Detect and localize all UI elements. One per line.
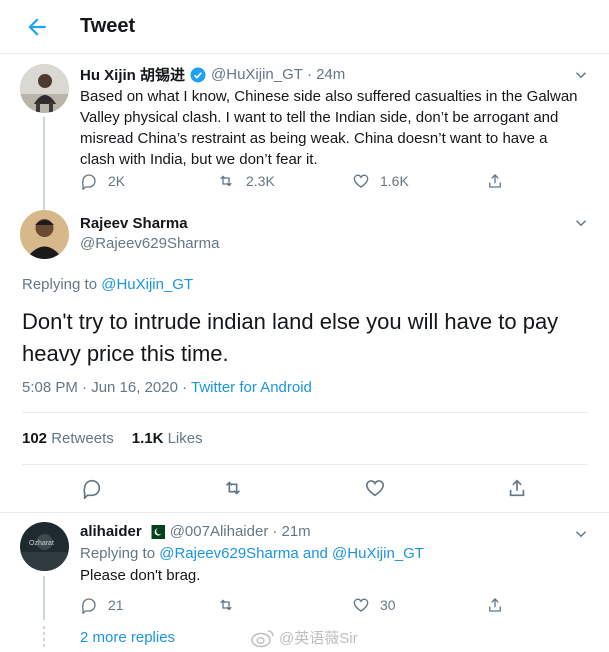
reply-count: 2K	[108, 173, 126, 189]
chevron-down-icon	[575, 531, 587, 538]
author-name[interactable]: alihaider	[80, 523, 142, 540]
verified-badge-icon	[190, 67, 206, 82]
replying-to-link[interactable]: @HuXijin_GT	[101, 276, 193, 293]
reply-icon	[81, 174, 96, 190]
share-button[interactable]	[506, 477, 528, 499]
actions-divider	[22, 464, 587, 465]
retweet-icon	[220, 599, 232, 611]
show-more-replies-link[interactable]: 2 more replies	[80, 629, 175, 646]
tweet-time[interactable]: · 21m	[272, 523, 310, 540]
like-button[interactable]: 30	[352, 596, 396, 614]
reply-button[interactable]: 21	[80, 596, 124, 614]
pakistan-flag-icon	[146, 524, 165, 539]
page-title: Tweet	[80, 15, 136, 37]
avatar-caption: Ozharat	[29, 540, 54, 547]
heart-icon	[353, 598, 369, 612]
avatar-alihaider[interactable]: Ozharat	[20, 522, 69, 571]
retweets-count: 102	[22, 430, 48, 447]
stats-divider	[22, 412, 587, 413]
share-button[interactable]	[486, 172, 514, 190]
likes-count: 1.1K	[131, 430, 164, 447]
share-icon	[489, 174, 501, 188]
reply-text: Please don't brag.	[80, 567, 201, 584]
more-options-button[interactable]	[572, 66, 590, 84]
share-icon	[509, 479, 525, 497]
reply-button[interactable]: 2K	[80, 172, 125, 190]
weibo-icon	[251, 629, 274, 647]
like-count: 30	[380, 597, 396, 613]
tweet-source[interactable]: Twitter for Android	[191, 379, 312, 396]
header-divider	[0, 53, 609, 54]
likes-stat[interactable]: 1.1K Likes	[132, 430, 203, 447]
avatar-rajeev[interactable]	[20, 210, 69, 259]
retweets-label: Retweets	[51, 430, 114, 447]
reply-count: 21	[108, 597, 124, 613]
share-icon	[489, 598, 501, 612]
reply-icon	[83, 479, 101, 499]
like-button[interactable]	[364, 477, 386, 499]
chevron-down-icon	[575, 220, 587, 227]
more-options-button[interactable]	[572, 214, 590, 232]
retweet-button[interactable]	[216, 596, 246, 614]
author-handle[interactable]: @HuXijin_GT	[211, 66, 303, 83]
thread-line	[43, 576, 45, 620]
chevron-down-icon	[575, 72, 587, 79]
reply-button[interactable]	[81, 477, 103, 499]
thread-dots	[43, 626, 45, 650]
retweet-button[interactable]: 2.3K	[216, 172, 275, 190]
watermark: @英语薇Sir	[251, 627, 358, 648]
author-handle[interactable]: @Rajeev629Sharma	[80, 235, 219, 252]
reply-icon	[81, 598, 96, 614]
retweet-button[interactable]	[221, 477, 245, 499]
like-count: 1.6K	[380, 173, 409, 189]
author-handle[interactable]: @007Alihaider	[170, 523, 269, 540]
author-name[interactable]: Rajeev Sharma	[80, 215, 188, 232]
heart-icon	[353, 174, 369, 188]
back-button[interactable]	[24, 14, 50, 40]
avatar-huxijin[interactable]	[20, 64, 69, 113]
replying-to-label: Replying to	[22, 276, 98, 293]
replying-to-link[interactable]: @Rajeev629Sharma and @HuXijin_GT	[159, 545, 424, 562]
watermark-text: @英语薇Sir	[279, 630, 358, 647]
likes-label: Likes	[167, 430, 203, 447]
replying-to-label: Replying to	[80, 545, 156, 562]
retweet-icon	[225, 481, 241, 495]
retweets-stat[interactable]: 102 Retweets	[22, 430, 114, 447]
tweet-timestamp[interactable]: 5:08 PM · Jun 16, 2020 ·	[22, 379, 191, 396]
heart-icon	[365, 480, 385, 497]
tweet-time[interactable]: · 24m	[307, 66, 345, 83]
retweet-icon	[220, 175, 232, 187]
thread-line	[43, 117, 45, 211]
tweet-text: Based on what I know, Chinese side also …	[80, 88, 578, 168]
author-name[interactable]: Hu Xijin 胡锡进	[80, 64, 185, 85]
main-tweet-text: Don't try to intrude indian land else yo…	[22, 309, 559, 366]
more-options-button[interactable]	[572, 525, 590, 543]
retweet-count: 2.3K	[246, 173, 275, 189]
section-divider	[0, 512, 609, 513]
share-button[interactable]	[486, 596, 514, 614]
like-button[interactable]: 1.6K	[352, 172, 409, 190]
arrow-left-icon	[28, 18, 46, 36]
